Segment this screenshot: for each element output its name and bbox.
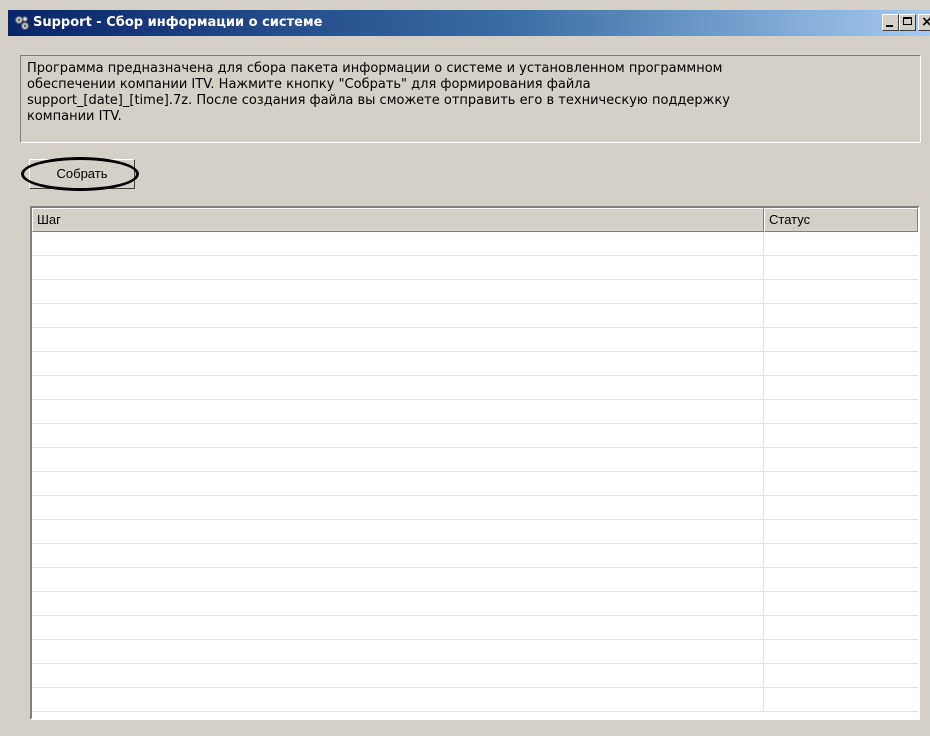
table-row[interactable] [32, 544, 918, 568]
column-header-step[interactable]: Шаг [32, 208, 764, 232]
status-cell [764, 448, 918, 472]
maximize-icon [903, 17, 912, 25]
table-row[interactable] [32, 520, 918, 544]
status-cell [764, 280, 918, 304]
info-text: Программа предназначена для сбора пакета… [27, 61, 730, 124]
step-cell [32, 280, 764, 304]
table-row[interactable] [32, 688, 918, 712]
status-cell [764, 352, 918, 376]
step-cell [32, 232, 764, 256]
step-cell [32, 472, 764, 496]
step-cell [32, 568, 764, 592]
step-cell [32, 400, 764, 424]
info-panel: Программа предназначена для сбора пакета… [20, 55, 921, 143]
step-cell [32, 664, 764, 688]
step-cell [32, 448, 764, 472]
close-button[interactable]: × [918, 14, 930, 31]
table-row[interactable] [32, 328, 918, 352]
step-cell [32, 496, 764, 520]
step-cell [32, 544, 764, 568]
status-cell [764, 472, 918, 496]
step-cell [32, 520, 764, 544]
table-row[interactable] [32, 568, 918, 592]
table-row[interactable] [32, 376, 918, 400]
table-row[interactable] [32, 664, 918, 688]
table-row[interactable] [32, 640, 918, 664]
status-cell [764, 424, 918, 448]
collect-button[interactable]: Собрать [29, 159, 135, 189]
status-cell [764, 376, 918, 400]
table-row[interactable] [32, 424, 918, 448]
gears-icon [14, 15, 30, 31]
collect-button-area: Собрать [21, 157, 139, 191]
table-row[interactable] [32, 496, 918, 520]
table-row[interactable] [32, 256, 918, 280]
minimize-icon [886, 25, 893, 27]
step-cell [32, 616, 764, 640]
close-icon: × [921, 14, 930, 30]
step-cell [32, 688, 764, 712]
table-row[interactable] [32, 352, 918, 376]
table-row[interactable] [32, 400, 918, 424]
table-row[interactable] [32, 472, 918, 496]
table-header: Шаг Статус [32, 208, 918, 232]
status-cell [764, 616, 918, 640]
status-cell [764, 328, 918, 352]
step-cell [32, 640, 764, 664]
status-cell [764, 568, 918, 592]
status-cell [764, 664, 918, 688]
step-cell [32, 328, 764, 352]
status-cell [764, 304, 918, 328]
title-bar[interactable]: Support - Сбор информации о системе × [8, 10, 930, 36]
steps-table[interactable]: Шаг Статус [30, 206, 920, 720]
table-row[interactable] [32, 592, 918, 616]
table-row[interactable] [32, 616, 918, 640]
step-cell [32, 376, 764, 400]
status-cell [764, 496, 918, 520]
status-cell [764, 592, 918, 616]
column-header-status[interactable]: Статус [764, 208, 918, 232]
step-cell [32, 592, 764, 616]
table-row[interactable] [32, 304, 918, 328]
table-row[interactable] [32, 448, 918, 472]
status-cell [764, 640, 918, 664]
support-window: Support - Сбор информации о системе × Пр… [0, 0, 930, 736]
step-cell [32, 256, 764, 280]
status-cell [764, 256, 918, 280]
status-cell [764, 400, 918, 424]
status-cell [764, 544, 918, 568]
table-row[interactable] [32, 280, 918, 304]
status-cell [764, 688, 918, 712]
step-cell [32, 304, 764, 328]
table-rows [32, 232, 918, 712]
step-cell [32, 424, 764, 448]
status-cell [764, 232, 918, 256]
status-cell [764, 520, 918, 544]
maximize-button[interactable] [899, 14, 916, 31]
window-title: Support - Сбор информации о системе [33, 15, 323, 30]
table-row[interactable] [32, 232, 918, 256]
step-cell [32, 352, 764, 376]
minimize-button[interactable] [882, 14, 899, 31]
